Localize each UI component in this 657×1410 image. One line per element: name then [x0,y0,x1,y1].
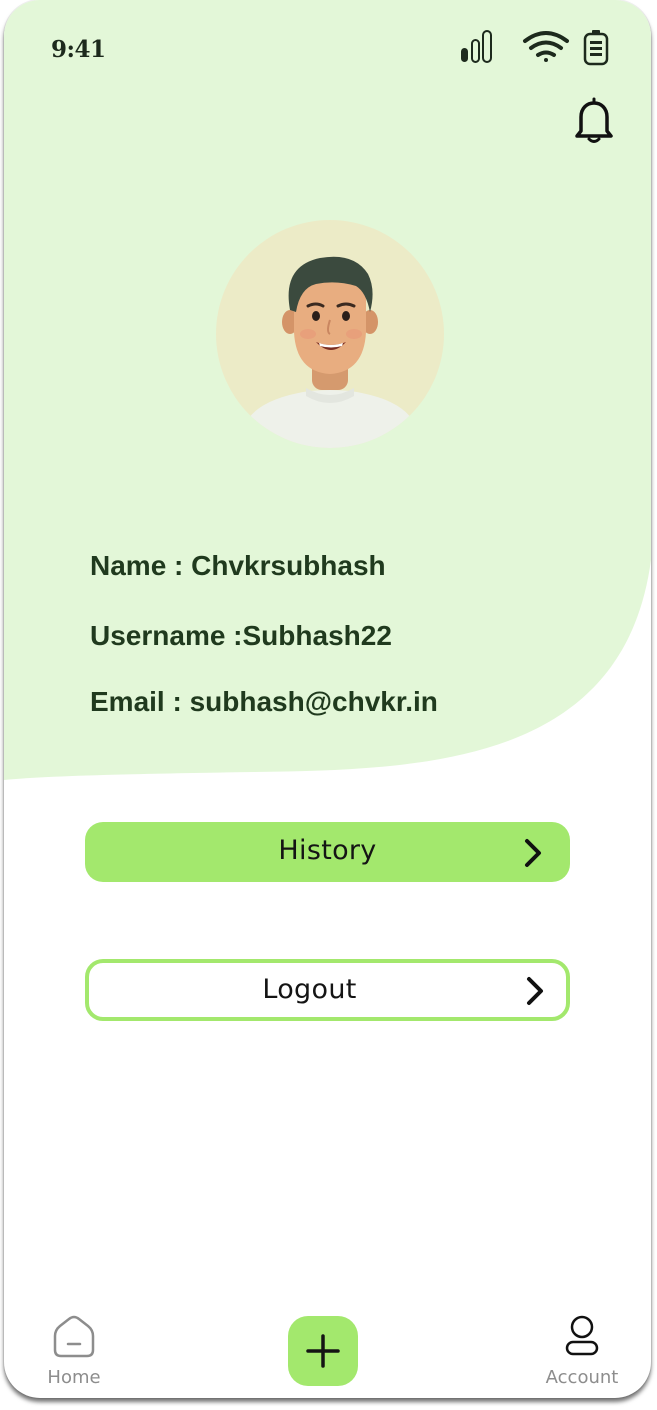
chevron-right-icon [525,839,541,867]
profile-email: Email : subhash@chvkr.in [90,686,438,717]
battery-icon [583,30,609,66]
chevron-right-icon [527,977,543,1005]
status-icons [461,30,609,66]
wifi-icon [523,31,569,62]
history-button[interactable]: History [85,822,570,882]
bell-icon[interactable] [572,95,616,145]
logout-button-label: Logout [262,974,357,1005]
nav-home-label: Home [47,1367,101,1388]
phone-screen: 9:41 Name: Chvkrsubhash Username:Subha… [4,0,651,1398]
nav-account[interactable]: Account [534,1312,630,1392]
history-button-label: History [278,835,377,866]
cellular-signal-icon [461,30,492,63]
nav-home[interactable]: Home [34,1312,114,1392]
avatar-illustration [244,256,416,448]
profile-avatar [216,220,444,448]
status-time: 9:41 [51,36,106,63]
home-icon [53,1315,95,1358]
profile-username: Username :Subhash22 [90,620,392,651]
user-icon [565,1315,599,1356]
nav-account-label: Account [545,1367,619,1388]
logout-button[interactable]: Logout [85,959,570,1021]
add-button[interactable] [288,1316,358,1386]
plus-icon [306,1334,340,1368]
profile-name: Name : Chvkrsubhash [90,550,386,581]
